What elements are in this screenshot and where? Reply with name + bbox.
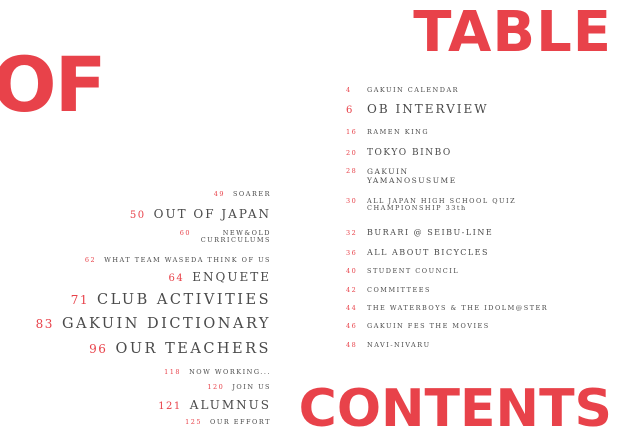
toc-entry-out-of-japan: 50 OUT OF JAPAN	[130, 207, 271, 221]
entry-title: JOIN US	[232, 383, 271, 391]
entry-title: GAKUIN DICTIONARY	[61, 316, 271, 332]
entry-title: OUR TEACHERS	[115, 341, 271, 357]
page-number: 44	[346, 304, 358, 312]
toc-entry-gakuin-yamanosusume: 28 GAKUIN YAMANOSUSUME	[346, 167, 457, 185]
entry-title: OB INTERVIEW	[367, 102, 489, 116]
entry-title: BURARI @ SEIBU-LINE	[367, 228, 494, 237]
page-number: 30	[346, 197, 358, 205]
page-number: 83	[35, 317, 54, 331]
entry-title: ALUMNUS	[189, 398, 271, 412]
entry-title: STUDENT COUNCIL	[367, 267, 460, 275]
entry-title: OUR EFFORT	[210, 418, 271, 426]
entry-title: SOARER	[232, 190, 271, 198]
page-number: 62	[84, 256, 97, 264]
page-number: 121	[158, 401, 182, 412]
page-number: 120	[207, 383, 225, 391]
toc-entry-student-council: 40 STUDENT COUNCIL	[346, 267, 459, 275]
entry-title: ALL JAPAN HIGH SCHOOL QUIZ CHAMPIONSHIP …	[367, 197, 517, 213]
toc-entry-ramen-king: 16 RAMEN KING	[346, 128, 429, 136]
page-number: 60	[179, 229, 191, 237]
toc-entry-new-old-curriculums: 60 NEW&OLD CURRICULUMS	[179, 229, 271, 245]
page-number: 71	[70, 293, 89, 307]
heading-of: OF	[0, 40, 107, 129]
entry-title: COMMITTEES	[367, 286, 431, 294]
entry-title: NAVI-NIVARU	[367, 341, 431, 349]
toc-entry-gakuin-dictionary: 83 GAKUIN DICTIONARY	[36, 316, 271, 332]
heading-table: TABLE	[413, 0, 612, 65]
page-number: 48	[346, 341, 358, 349]
toc-entry-what-team-waseda: 62 WHAT TEAM WASEDA THINK OF US	[85, 256, 271, 264]
toc-entry-gakuin-calendar: 4 GAKUIN CALENDAR	[346, 86, 459, 94]
entry-title: OUT OF JAPAN	[153, 207, 271, 221]
toc-entry-waterboys-idolmaster: 44 THE WATERBOYS & THE IDOLM@STER	[346, 304, 548, 312]
page-number: 96	[89, 342, 108, 356]
entry-title: RAMEN KING	[367, 128, 430, 136]
page-number: 49	[213, 190, 225, 198]
page-number: 6	[346, 105, 354, 116]
entry-title: NOW WORKING...	[189, 368, 271, 376]
toc-entry-tokyo-binbo: 20 TOKYO BINBO	[346, 148, 452, 158]
toc-entry-now-working: 118 NOW WORKING...	[164, 368, 271, 376]
entry-title: ALL ABOUT BICYCLES	[367, 248, 489, 257]
page-number: 42	[346, 286, 358, 294]
toc-entry-committees: 42 COMMITTEES	[346, 286, 431, 294]
page-number: 36	[346, 249, 358, 257]
entry-title: GAKUIN FES THE MOVIES	[367, 322, 490, 330]
toc-entry-ob-interview: 6 OB INTERVIEW	[346, 102, 489, 116]
toc-entry-gakuin-fes-movies: 46 GAKUIN FES THE MOVIES	[346, 322, 490, 330]
toc-entry-navi-nivaru: 48 NAVI-NIVARU	[346, 341, 431, 349]
entry-title: CLUB ACTIVITIES	[97, 292, 271, 308]
toc-entry-alumnus: 121 ALUMNUS	[158, 398, 271, 412]
toc-entry-enquete: 64 ENQUETE	[169, 270, 271, 284]
entry-title: GAKUIN CALENDAR	[367, 86, 460, 94]
page-number: 32	[346, 229, 358, 237]
entry-title: NEW&OLD CURRICULUMS	[200, 229, 271, 245]
page-number: 4	[346, 86, 352, 94]
entry-title: TOKYO BINBO	[367, 148, 452, 158]
toc-entry-club-activities: 71 CLUB ACTIVITIES	[71, 292, 271, 308]
entry-title: ENQUETE	[192, 270, 271, 284]
page-number: 46	[346, 322, 358, 330]
toc-entry-all-about-bicycles: 36 ALL ABOUT BICYCLES	[346, 248, 489, 257]
heading-contents: CONTENTS	[298, 379, 612, 439]
page-number: 125	[185, 418, 203, 426]
page-number: 118	[164, 368, 182, 376]
entry-title: THE WATERBOYS & THE IDOLM@STER	[367, 304, 549, 312]
entry-title: WHAT TEAM WASEDA THINK OF US	[104, 256, 271, 264]
page-number: 16	[346, 128, 358, 136]
page-number: 40	[346, 267, 358, 275]
entry-title: GAKUIN YAMANOSUSUME	[367, 167, 457, 185]
toc-entry-our-effort: 125 OUR EFFORT	[185, 418, 271, 426]
toc-entry-burari-seibu-line: 32 BURARI @ SEIBU-LINE	[346, 228, 493, 237]
page-number: 64	[168, 273, 185, 284]
page-number: 28	[346, 167, 358, 175]
page-number: 20	[346, 149, 358, 157]
toc-entry-soarer: 49 SOARER	[214, 190, 271, 198]
toc-entry-join-us: 120 JOIN US	[207, 383, 271, 391]
page-number: 50	[129, 210, 146, 221]
toc-entry-our-teachers: 96 OUR TEACHERS	[89, 341, 271, 357]
toc-entry-quiz-championship: 30 ALL JAPAN HIGH SCHOOL QUIZ CHAMPIONSH…	[346, 197, 517, 213]
